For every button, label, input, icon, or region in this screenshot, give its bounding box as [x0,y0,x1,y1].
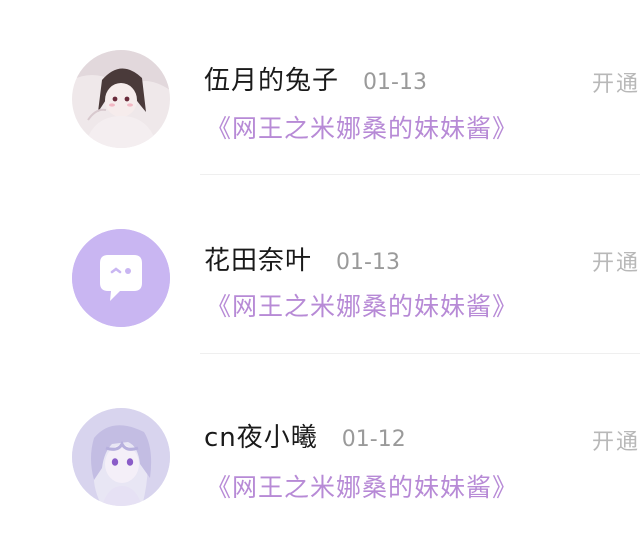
list-item[interactable]: 伍月的兔子 01-13 《网王之米娜桑的妹妹酱》 开通 [0,22,640,175]
divider [200,353,640,354]
date-label: 01-13 [336,250,400,275]
action-label: 开通 [592,251,640,276]
name-line: 伍月的兔子 01-13 [204,60,427,97]
list-item[interactable]: cn夜小曦 01-12 《网王之米娜桑的妹妹酱》 开通 [0,360,640,510]
anime-girl-icon [72,408,170,506]
chat-bubble-icon [72,229,170,327]
divider [200,174,640,175]
name-line: cn夜小曦 01-12 [204,417,406,454]
avatar[interactable] [72,50,170,148]
action-label: 开通 [592,430,640,455]
date-label: 01-13 [363,70,427,95]
avatar[interactable] [72,229,170,327]
username[interactable]: 伍月的兔子 [204,60,339,97]
name-line: 花田奈叶 01-13 [204,240,400,277]
username[interactable]: 花田奈叶 [204,240,312,277]
book-title-link[interactable]: 《网王之米娜桑的妹妹酱》 [206,109,518,145]
book-title-link[interactable]: 《网王之米娜桑的妹妹酱》 [206,468,518,504]
subscription-list: 伍月的兔子 01-13 《网王之米娜桑的妹妹酱》 开通 花田奈叶 01-13 《… [0,0,640,536]
girl-illustration-icon [72,50,170,148]
date-label: 01-12 [341,427,406,452]
action-label: 开通 [592,72,640,97]
list-item[interactable]: 花田奈叶 01-13 《网王之米娜桑的妹妹酱》 开通 [0,183,640,354]
username[interactable]: cn夜小曦 [204,417,318,454]
avatar[interactable] [72,408,170,506]
book-title-link[interactable]: 《网王之米娜桑的妹妹酱》 [206,287,518,323]
